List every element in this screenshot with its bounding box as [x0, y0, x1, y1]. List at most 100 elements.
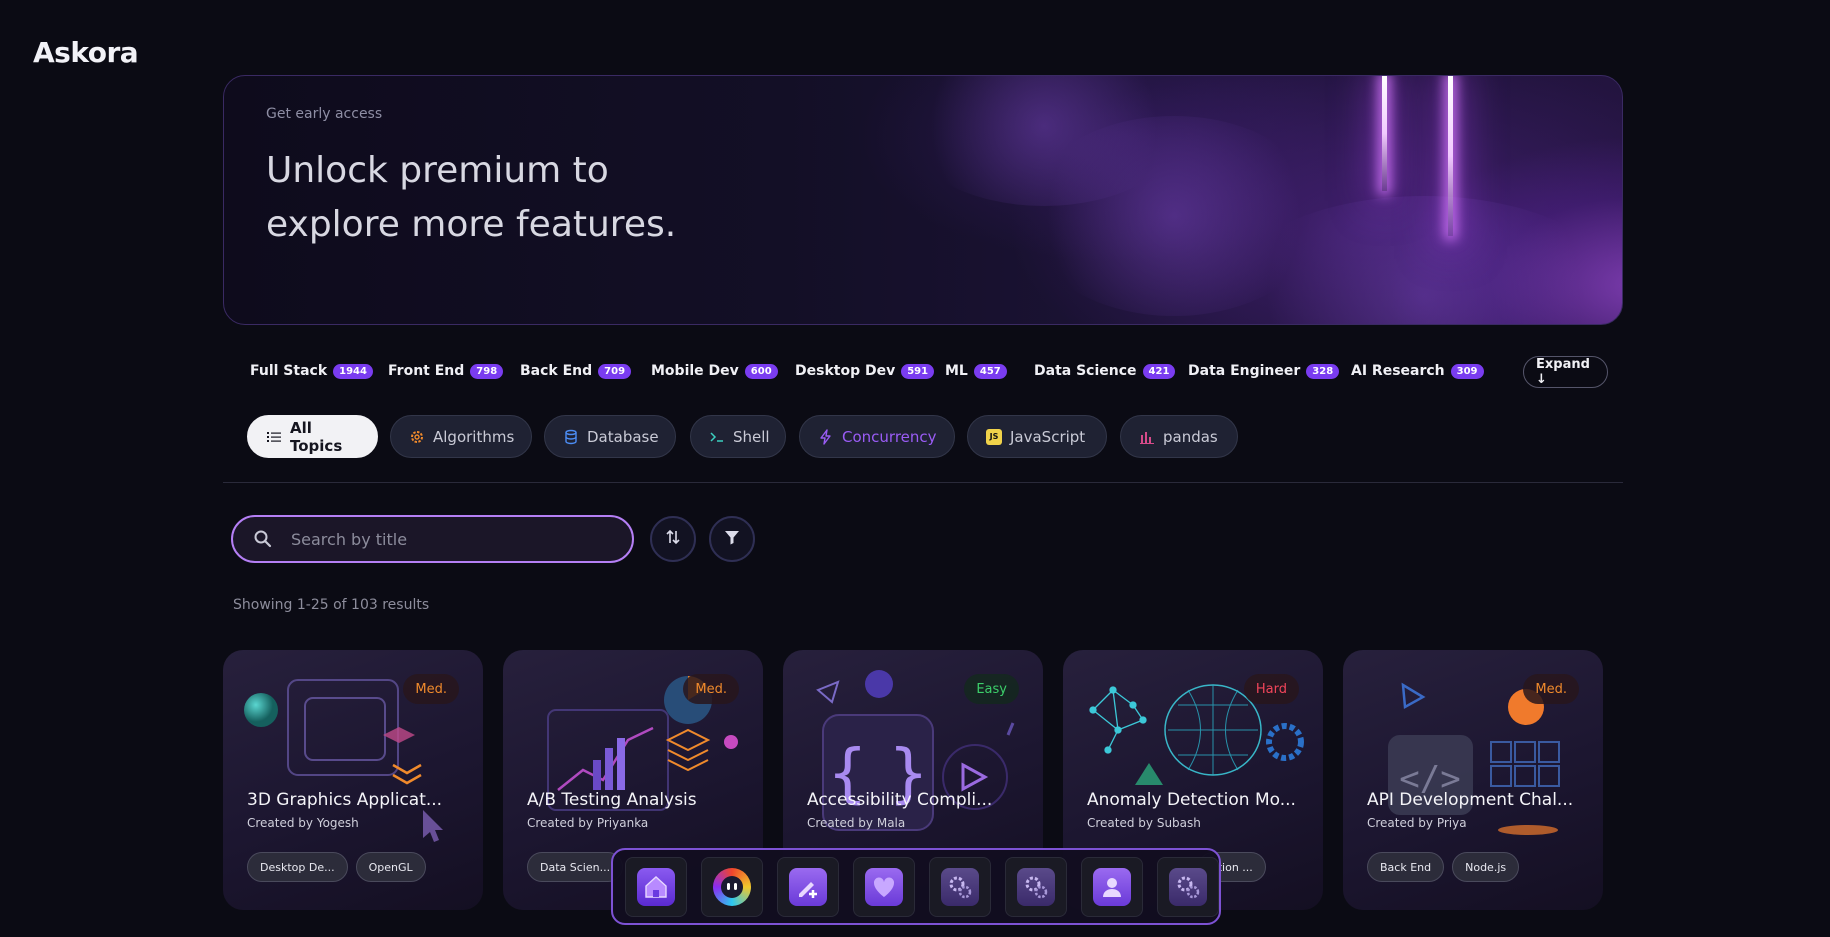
- tag[interactable]: OpenGL: [355, 852, 426, 882]
- bar-chart-icon: [1139, 429, 1155, 445]
- category-label: Data Science: [1034, 363, 1137, 379]
- category-count: 457: [973, 363, 1007, 379]
- app-dock: [611, 848, 1221, 925]
- light-beam: [1382, 76, 1387, 191]
- difficulty-badge: Hard: [1243, 674, 1299, 704]
- difficulty-badge: Med.: [403, 674, 459, 704]
- dock-create[interactable]: [777, 856, 839, 917]
- difficulty-badge: Med.: [683, 674, 739, 704]
- card-tags: Back End Node.js: [1367, 852, 1520, 882]
- card-author: Created by Priyanka: [527, 816, 649, 830]
- category-data-engineer[interactable]: Data Engineer 328: [1188, 356, 1340, 386]
- category-count: 591: [901, 363, 935, 379]
- results-count: Showing 1-25 of 103 results: [233, 597, 430, 613]
- category-label: Full Stack: [250, 363, 328, 379]
- terminal-icon: [709, 429, 725, 445]
- card-tags: Data Scien...: [527, 852, 624, 882]
- card-tags: Desktop De... OpenGL: [247, 852, 426, 882]
- tag[interactable]: Back End: [1367, 852, 1445, 882]
- category-ai-research[interactable]: AI Research 309: [1351, 356, 1484, 386]
- tag[interactable]: Desktop De...: [247, 852, 348, 882]
- pencil-add-icon: [789, 867, 827, 906]
- light-beam: [1448, 76, 1453, 236]
- topic-shell[interactable]: Shell: [690, 415, 786, 458]
- category-front-end[interactable]: Front End 798: [388, 356, 504, 386]
- dock-settings-1[interactable]: [929, 856, 991, 917]
- settings-gears-icon: [1017, 867, 1055, 906]
- category-back-end[interactable]: Back End 709: [520, 356, 632, 386]
- expand-button[interactable]: Expand ↓: [1523, 356, 1608, 388]
- category-label: Mobile Dev: [651, 363, 739, 379]
- filter-icon: [723, 528, 741, 550]
- category-count: 309: [1450, 363, 1484, 379]
- category-count: 1944: [333, 363, 373, 379]
- dock-settings-2[interactable]: [1005, 856, 1067, 917]
- topic-label: Algorithms: [433, 427, 515, 446]
- premium-banner[interactable]: Get early access Unlock premium to explo…: [223, 75, 1623, 325]
- card-title: A/B Testing Analysis: [527, 790, 697, 810]
- category-data-science[interactable]: Data Science 421: [1034, 356, 1176, 386]
- category-label: Desktop Dev: [795, 363, 896, 379]
- search-icon: [253, 529, 273, 549]
- dock-assistant[interactable]: [701, 856, 763, 917]
- topic-pandas[interactable]: pandas: [1120, 415, 1238, 458]
- card-author: Created by Subash: [1087, 816, 1201, 830]
- category-bar: Full Stack 1944 Front End 798 Back End 709 …: [250, 356, 1608, 388]
- sort-button[interactable]: [650, 516, 696, 562]
- card-author: Created by Priya: [1367, 816, 1467, 830]
- app-logo[interactable]: Askora: [33, 36, 139, 69]
- category-desktop-dev[interactable]: Desktop Dev 591: [795, 356, 935, 386]
- topic-label: Concurrency: [842, 427, 937, 446]
- category-label: ML: [945, 363, 968, 379]
- topic-label: pandas: [1163, 427, 1218, 446]
- js-icon: JS: [986, 428, 1002, 445]
- category-mobile-dev[interactable]: Mobile Dev 600: [651, 356, 778, 386]
- filter-button[interactable]: [709, 516, 755, 562]
- topic-all-topics[interactable]: All Topics: [247, 415, 378, 458]
- section-divider: [223, 482, 1623, 483]
- card-title: Anomaly Detection Mo...: [1087, 790, 1296, 810]
- settings-gears-icon: [1169, 867, 1207, 906]
- category-full-stack[interactable]: Full Stack 1944: [250, 356, 373, 386]
- topic-concurrency[interactable]: Concurrency: [799, 415, 955, 458]
- difficulty-badge: Med.: [1523, 674, 1579, 704]
- topic-database[interactable]: Database: [544, 415, 676, 458]
- category-count: 709: [598, 363, 632, 379]
- card-title: 3D Graphics Applicat...: [247, 790, 443, 810]
- dock-favorites[interactable]: [853, 856, 915, 917]
- category-label: Front End: [388, 363, 465, 379]
- topic-label: Database: [587, 427, 659, 446]
- sort-icon: [664, 528, 682, 550]
- dock-home[interactable]: [625, 856, 687, 917]
- home-icon: [637, 867, 675, 906]
- topic-algorithms[interactable]: Algorithms: [390, 415, 532, 458]
- dock-settings-3[interactable]: [1157, 856, 1219, 917]
- topic-label: Shell: [733, 427, 770, 446]
- banner-eyebrow: Get early access: [266, 106, 383, 122]
- card-author: Created by Yogesh: [247, 816, 359, 830]
- profile-icon: [1093, 867, 1131, 906]
- dock-profile[interactable]: [1081, 856, 1143, 917]
- search-input[interactable]: [291, 529, 611, 549]
- settings-gears-icon: [941, 867, 979, 906]
- category-count: 798: [470, 363, 504, 379]
- card-title: API Development Chal...: [1367, 790, 1574, 810]
- headline-line-1: Unlock premium to: [266, 150, 609, 191]
- topic-javascript[interactable]: JS JavaScript: [967, 415, 1107, 458]
- category-label: Data Engineer: [1188, 363, 1301, 379]
- challenge-card[interactable]: </> Med. API Development Chal... Created…: [1343, 650, 1603, 910]
- category-ml[interactable]: ML 457: [945, 356, 1007, 386]
- search-box[interactable]: [231, 515, 634, 563]
- tag[interactable]: Node.js: [1452, 852, 1520, 882]
- category-count: 421: [1142, 363, 1176, 379]
- heart-icon: [865, 867, 903, 906]
- category-count: 328: [1306, 363, 1340, 379]
- difficulty-badge: Easy: [964, 674, 1019, 704]
- challenge-card[interactable]: Med. 3D Graphics Applicat... Created by …: [223, 650, 483, 910]
- tag[interactable]: Data Scien...: [527, 852, 624, 882]
- topic-label: JavaScript: [1010, 427, 1086, 446]
- gear-icon: [409, 429, 425, 445]
- card-author: Created by Mala: [807, 816, 906, 830]
- chat-assistant-icon: [713, 867, 751, 906]
- topic-label: All Topics: [290, 418, 343, 455]
